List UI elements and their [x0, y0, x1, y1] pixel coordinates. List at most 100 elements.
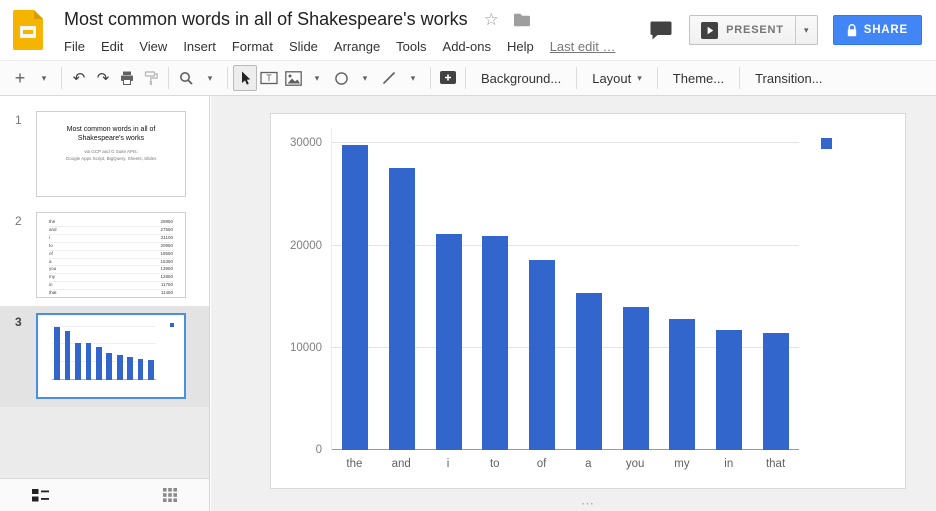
menu-view[interactable]: View — [131, 36, 175, 57]
bar-chart[interactable]: 0100002000030000 theanditoofayoumyinthat — [271, 114, 905, 488]
bar-column-i — [73, 324, 83, 380]
bar-column-that — [146, 324, 156, 380]
theme-button[interactable]: Theme... — [663, 65, 734, 91]
undo-icon: ↶ — [73, 71, 86, 86]
bar-column-the — [52, 324, 62, 380]
menu-help[interactable]: Help — [499, 36, 542, 57]
bar-and — [65, 331, 71, 380]
print-icon — [119, 70, 135, 86]
x-axis-label-in: in — [705, 458, 752, 470]
comments-button[interactable] — [648, 19, 674, 42]
menu-addons[interactable]: Add-ons — [435, 36, 499, 57]
insert-comment-button[interactable] — [436, 65, 460, 91]
menu-tools[interactable]: Tools — [388, 36, 434, 57]
bar-column-you — [612, 128, 659, 450]
share-button[interactable]: SHARE — [833, 15, 922, 45]
print-button[interactable] — [115, 65, 139, 91]
shape-icon — [333, 71, 350, 86]
bar-column-i — [425, 128, 472, 450]
menu-edit[interactable]: Edit — [93, 36, 131, 57]
line-dropdown[interactable]: ▾ — [401, 65, 425, 91]
menu-slide[interactable]: Slide — [281, 36, 326, 57]
new-slide-dropdown[interactable]: ▾ — [32, 65, 56, 91]
slides-logo[interactable] — [0, 0, 56, 60]
notes-resize-handle[interactable]: ⋯ — [581, 497, 595, 511]
grid-view-icon — [163, 488, 177, 502]
slide-number: 1 — [0, 111, 36, 127]
background-button[interactable]: Background... — [471, 65, 571, 91]
bar-i — [75, 343, 81, 381]
filmstrip-panel: 1 Most common words in all of Shakespear… — [0, 96, 210, 511]
select-tool-button[interactable] — [233, 65, 257, 91]
folder-glyph — [513, 13, 531, 27]
move-folder-icon[interactable] — [513, 13, 531, 27]
image-icon — [285, 71, 302, 86]
bar-my — [127, 357, 133, 380]
y-tick-label: 0 — [316, 444, 322, 456]
new-slide-button[interactable]: + — [8, 65, 32, 91]
menu-arrange[interactable]: Arrange — [326, 36, 388, 57]
lock-icon — [847, 24, 857, 37]
slide-row-1[interactable]: 1 Most common words in all of Shakespear… — [0, 104, 209, 205]
line-tool-button[interactable] — [377, 65, 401, 91]
chart-x-axis: theanditoofayoumyinthat — [331, 458, 799, 470]
bar-in — [138, 359, 144, 380]
toolbar-divider — [168, 67, 169, 89]
bar-to — [482, 236, 508, 450]
chevron-down-icon: ▾ — [804, 26, 809, 35]
star-icon[interactable]: ☆ — [484, 11, 499, 28]
zoom-button[interactable] — [174, 65, 198, 91]
last-edit-link[interactable]: Last edit … — [550, 39, 616, 54]
slide-thumbnail-2[interactable]: the29850and27550i21100to20950of18550a153… — [36, 212, 186, 298]
menu-format[interactable]: Format — [224, 36, 281, 57]
redo-button[interactable]: ↷ — [91, 65, 115, 91]
bar-a — [576, 293, 602, 450]
text-box-button[interactable]: T — [257, 65, 281, 91]
x-axis-label-i: i — [425, 458, 472, 470]
zoom-icon — [178, 70, 194, 86]
slide-thumbnail-1[interactable]: Most common words in all of Shakespeare'… — [36, 111, 186, 197]
plus-icon: + — [15, 69, 26, 87]
present-dropdown-button[interactable]: ▾ — [795, 16, 817, 44]
filmstrip-view-button[interactable] — [28, 485, 53, 506]
x-axis-label-that: that — [752, 458, 799, 470]
mini-table-row: you13950 — [49, 266, 173, 274]
redo-icon: ↷ — [97, 71, 110, 86]
slide-row-2[interactable]: 2 the29850and27550i21100to20950of18550a1… — [0, 205, 209, 306]
thumbnail-title: Most common words in all of Shakespeare'… — [53, 125, 169, 144]
theme-label: Theme... — [673, 71, 724, 86]
bar-column-that — [752, 128, 799, 450]
shape-dropdown[interactable]: ▾ — [353, 65, 377, 91]
y-tick-label: 10000 — [290, 342, 322, 354]
text-box-icon: T — [260, 70, 278, 86]
undo-button[interactable]: ↶ — [67, 65, 91, 91]
paint-format-button[interactable] — [139, 65, 163, 91]
bar-column-and — [379, 128, 426, 450]
zoom-dropdown[interactable]: ▾ — [198, 65, 222, 91]
thumbnail-1-content: Most common words in all of Shakespeare'… — [37, 112, 185, 162]
menu-file[interactable]: File — [56, 36, 93, 57]
shape-tool-button[interactable] — [329, 65, 353, 91]
grid-view-button[interactable] — [159, 484, 181, 506]
thumbnail-subtitle: via GCP and G Suite APIs: Google Apps Sc… — [37, 149, 185, 163]
present-label: PRESENT — [726, 24, 784, 36]
present-button[interactable]: PRESENT — [690, 16, 795, 44]
insert-comment-icon — [439, 70, 457, 86]
slide-row-3[interactable]: 3 — [0, 306, 209, 407]
bar-of — [96, 347, 102, 380]
menu-insert[interactable]: Insert — [175, 36, 224, 57]
toolbar-divider — [227, 67, 228, 89]
current-slide[interactable]: 0100002000030000 theanditoofayoumyinthat — [270, 113, 906, 489]
layout-button[interactable]: Layout ▾ — [582, 65, 652, 91]
chart-bars — [52, 324, 156, 380]
insert-image-button[interactable] — [281, 65, 305, 91]
document-title[interactable]: Most common words in all of Shakespeare'… — [64, 9, 468, 30]
image-dropdown[interactable]: ▾ — [305, 65, 329, 91]
chevron-down-icon: ▾ — [208, 74, 213, 83]
x-axis-label-my: my — [659, 458, 706, 470]
chevron-down-icon: ▾ — [411, 74, 416, 83]
transition-button[interactable]: Transition... — [745, 65, 832, 91]
slide-number: 2 — [0, 212, 36, 228]
bar-column-to — [472, 128, 519, 450]
slide-thumbnail-3-selected[interactable] — [36, 313, 186, 399]
